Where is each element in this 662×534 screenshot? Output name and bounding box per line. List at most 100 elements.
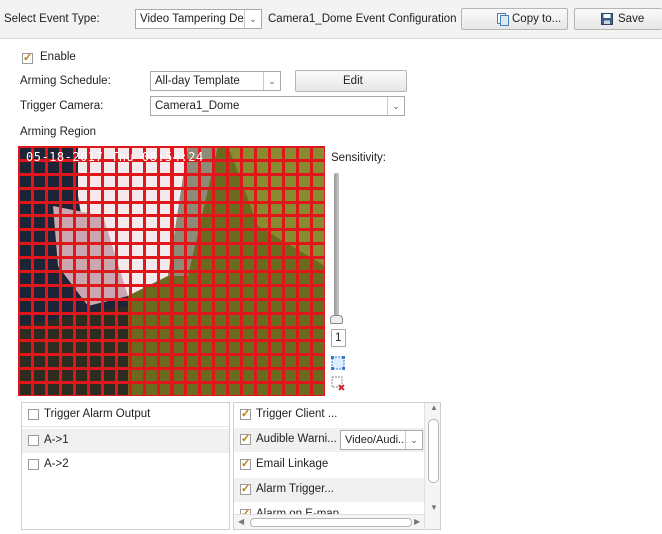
save-button[interactable]: Save <box>574 8 662 30</box>
grid-cell[interactable] <box>87 257 103 272</box>
grid-cell[interactable] <box>18 382 33 396</box>
grid-cell[interactable] <box>269 354 285 370</box>
grid-cell[interactable] <box>171 257 187 272</box>
grid-cell[interactable] <box>45 298 61 314</box>
grid-cell[interactable] <box>227 146 243 161</box>
grid-cell[interactable] <box>157 201 173 217</box>
grid-cell[interactable] <box>185 173 201 189</box>
grid-cell[interactable] <box>18 173 33 189</box>
grid-cell[interactable] <box>199 298 215 314</box>
scroll-left-icon[interactable]: ◀ <box>238 517 244 526</box>
grid-cell[interactable] <box>283 243 299 259</box>
grid-cell[interactable] <box>143 271 159 286</box>
grid-cell[interactable] <box>129 312 145 328</box>
grid-cell[interactable] <box>255 312 271 328</box>
grid-cell[interactable] <box>73 215 89 231</box>
grid-cell[interactable] <box>255 326 271 342</box>
grid-cell[interactable] <box>241 215 257 231</box>
grid-cell[interactable] <box>45 368 61 384</box>
grid-cell[interactable] <box>241 312 257 328</box>
grid-cell[interactable] <box>73 354 89 370</box>
sensitivity-slider-handle[interactable] <box>330 315 343 324</box>
grid-cell[interactable] <box>227 173 243 189</box>
arming-region-video[interactable]: 05-18-2017 Thu 08:54:24 <box>18 146 325 396</box>
grid-cell[interactable] <box>297 340 313 356</box>
alarm-trigger-checkbox[interactable] <box>240 482 251 495</box>
grid-cell[interactable] <box>227 201 243 217</box>
grid-cell[interactable] <box>157 257 173 272</box>
grid-cell[interactable] <box>213 298 229 314</box>
scrollbar-thumb[interactable] <box>250 518 412 527</box>
grid-cell[interactable] <box>227 271 243 286</box>
grid-cell[interactable] <box>213 340 229 356</box>
grid-cell[interactable] <box>311 354 325 370</box>
grid-cell[interactable] <box>18 340 33 356</box>
grid-cell[interactable] <box>213 229 229 245</box>
email-linkage-checkbox[interactable] <box>240 457 251 470</box>
grid-cell[interactable] <box>297 257 313 272</box>
vertical-scrollbar[interactable]: ▲ ▼ <box>424 403 440 529</box>
grid-cell[interactable] <box>269 159 285 175</box>
clear-area-icon[interactable] <box>331 376 346 391</box>
grid-cell[interactable] <box>129 326 145 342</box>
grid-cell[interactable] <box>171 382 187 396</box>
grid-cell[interactable] <box>297 215 313 231</box>
grid-cell[interactable] <box>297 382 313 396</box>
grid-cell[interactable] <box>185 368 201 384</box>
grid-cell[interactable] <box>73 229 89 245</box>
grid-cell[interactable] <box>283 257 299 272</box>
grid-cell[interactable] <box>73 284 89 300</box>
grid-cell[interactable] <box>59 298 75 314</box>
grid-cell[interactable] <box>143 243 159 259</box>
grid-cell[interactable] <box>227 382 243 396</box>
grid-cell[interactable] <box>143 298 159 314</box>
grid-cell[interactable] <box>73 243 89 259</box>
grid-cell[interactable] <box>283 159 299 175</box>
grid-cell[interactable] <box>31 173 47 189</box>
grid-cell[interactable] <box>87 271 103 286</box>
grid-cell[interactable] <box>143 187 159 203</box>
grid-cell[interactable] <box>213 368 229 384</box>
grid-cell[interactable] <box>171 368 187 384</box>
grid-cell[interactable] <box>73 326 89 342</box>
grid-cell[interactable] <box>59 284 75 300</box>
grid-cell[interactable] <box>143 354 159 370</box>
grid-cell[interactable] <box>18 243 33 259</box>
grid-cell[interactable] <box>45 326 61 342</box>
grid-cell[interactable] <box>227 340 243 356</box>
grid-cell[interactable] <box>87 354 103 370</box>
grid-cell[interactable] <box>241 173 257 189</box>
list-item[interactable]: Trigger Client ... <box>234 403 424 427</box>
grid-cell[interactable] <box>18 368 33 384</box>
grid-cell[interactable] <box>213 159 229 175</box>
grid-cell[interactable] <box>45 284 61 300</box>
grid-cell[interactable] <box>157 312 173 328</box>
grid-cell[interactable] <box>185 271 201 286</box>
grid-cell[interactable] <box>157 243 173 259</box>
grid-cell[interactable] <box>101 271 117 286</box>
grid-cell[interactable] <box>143 368 159 384</box>
grid-cell[interactable] <box>129 284 145 300</box>
grid-cell[interactable] <box>241 146 257 161</box>
grid-cell[interactable] <box>171 271 187 286</box>
grid-cell[interactable] <box>45 312 61 328</box>
grid-cell[interactable] <box>213 243 229 259</box>
grid-cell[interactable] <box>143 326 159 342</box>
grid-cell[interactable] <box>129 368 145 384</box>
edit-schedule-button[interactable]: Edit <box>295 70 407 92</box>
grid-cell[interactable] <box>311 382 325 396</box>
grid-cell[interactable] <box>213 257 229 272</box>
grid-cell[interactable] <box>311 271 325 286</box>
grid-cell[interactable] <box>143 340 159 356</box>
grid-cell[interactable] <box>283 201 299 217</box>
grid-cell[interactable] <box>269 215 285 231</box>
grid-cell[interactable] <box>283 382 299 396</box>
grid-cell[interactable] <box>101 368 117 384</box>
grid-cell[interactable] <box>157 298 173 314</box>
grid-cell[interactable] <box>129 201 145 217</box>
grid-cell[interactable] <box>241 187 257 203</box>
grid-cell[interactable] <box>87 326 103 342</box>
grid-cell[interactable] <box>73 201 89 217</box>
grid-cell[interactable] <box>45 201 61 217</box>
grid-cell[interactable] <box>45 257 61 272</box>
